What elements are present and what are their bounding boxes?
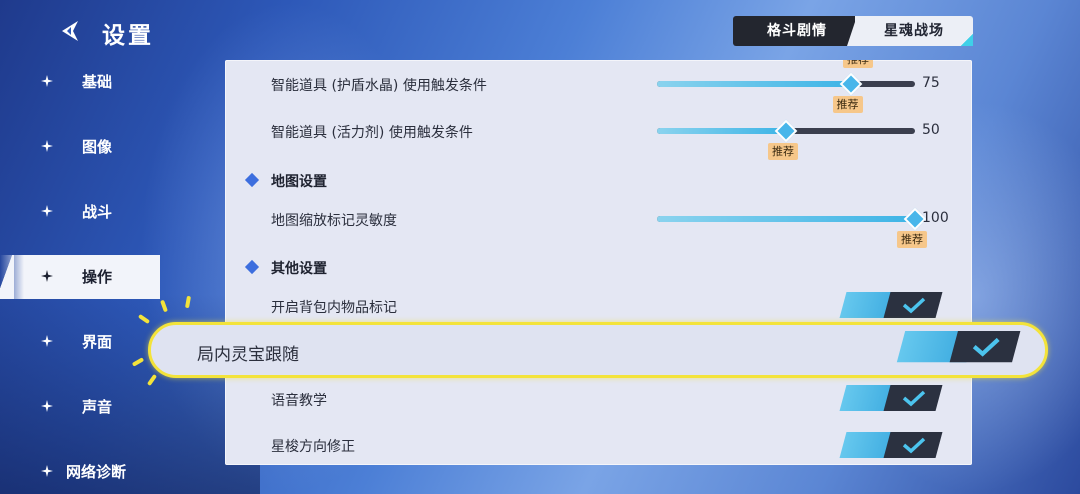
check-icon [972, 337, 1000, 357]
setting-label: 地图缩放标记灵敏度 [271, 213, 397, 229]
sparkle-icon [41, 270, 53, 282]
shuttle-direction-correction-toggle[interactable] [839, 432, 943, 458]
sparkle-icon [41, 205, 53, 217]
sidebar-item-label: 战斗 [82, 203, 113, 221]
slider-value: 50 [922, 122, 940, 138]
highlighted-setting-row[interactable]: 局内灵宝跟随 [148, 322, 1048, 378]
sidebar-item-label: 界面 [82, 333, 113, 351]
sidebar-item-combat[interactable]: 战斗 [0, 190, 160, 234]
setting-label: 智能道具 (活力剂) 使用触发条件 [271, 125, 473, 141]
settings-panel[interactable]: 推荐 智能道具 (护盾水晶) 使用触发条件 75 推荐 智能道具 (活力剂) 使… [225, 60, 972, 465]
back-arrow-icon [62, 21, 78, 41]
spirit-treasure-follow-toggle[interactable] [896, 331, 1021, 363]
setting-label: 语音教学 [271, 393, 327, 409]
sidebar-item-label: 基础 [82, 73, 113, 91]
slider-value: 75 [922, 75, 940, 91]
slider-fill [657, 81, 851, 87]
sidebar-item-label: 网络诊断 [66, 463, 127, 481]
slider-value: 100 [922, 210, 949, 226]
section-title: 其他设置 [271, 261, 327, 277]
sidebar-item-network-diagnosis[interactable]: 网络诊断 [0, 450, 160, 494]
slider-fill [657, 216, 915, 222]
sparkle-icon [41, 335, 53, 347]
slider-fill [657, 128, 786, 134]
recommended-badge: 推荐 [897, 231, 927, 248]
setting-label: 星梭方向修正 [271, 439, 355, 455]
sidebar-item-label: 图像 [82, 138, 113, 156]
mode-tabs: 格斗剧情 星魂战场 [733, 16, 973, 46]
slider-thumb[interactable] [839, 72, 862, 96]
tab-fighting-story[interactable]: 格斗剧情 [733, 16, 861, 46]
section-title: 地图设置 [271, 174, 327, 190]
sidebar-item-controls[interactable]: 操作 [0, 255, 160, 299]
backpack-item-mark-toggle[interactable] [839, 292, 943, 318]
setting-label: 局内灵宝跟随 [197, 345, 299, 365]
sidebar-item-label: 操作 [82, 268, 113, 286]
check-icon [902, 437, 926, 454]
shield-crystal-trigger-slider[interactable] [657, 72, 915, 96]
page-title: 设置 [102, 22, 154, 49]
sidebar-item-interface[interactable]: 界面 [0, 320, 160, 364]
tab-star-soul-arena[interactable]: 星魂战场 [847, 16, 973, 46]
sparkle-icon [41, 465, 53, 477]
check-icon [902, 390, 926, 407]
map-zoom-sensitivity-slider[interactable] [657, 207, 927, 231]
sidebar-item-sound[interactable]: 声音 [0, 385, 160, 429]
energy-potion-trigger-slider[interactable] [657, 119, 915, 143]
voice-tutorial-toggle[interactable] [839, 385, 943, 411]
slider-thumb[interactable] [774, 119, 798, 143]
sidebar-item-graphics[interactable]: 图像 [0, 125, 160, 169]
check-icon [902, 297, 926, 314]
recommended-badge: 推荐 [843, 60, 873, 68]
diamond-icon [244, 259, 260, 275]
setting-label: 开启背包内物品标记 [271, 300, 397, 316]
sparkle-icon [41, 140, 53, 152]
sparkle-icon [41, 400, 53, 412]
sidebar-item-basic[interactable]: 基础 [0, 60, 160, 104]
diamond-icon [244, 172, 260, 188]
sparkle-icon [41, 75, 53, 87]
recommended-badge: 推荐 [832, 96, 863, 113]
sidebar-item-label: 声音 [82, 398, 113, 416]
recommended-badge: 推荐 [768, 143, 798, 160]
back-button[interactable] [58, 18, 84, 44]
setting-label: 智能道具 (护盾水晶) 使用触发条件 [271, 78, 487, 94]
